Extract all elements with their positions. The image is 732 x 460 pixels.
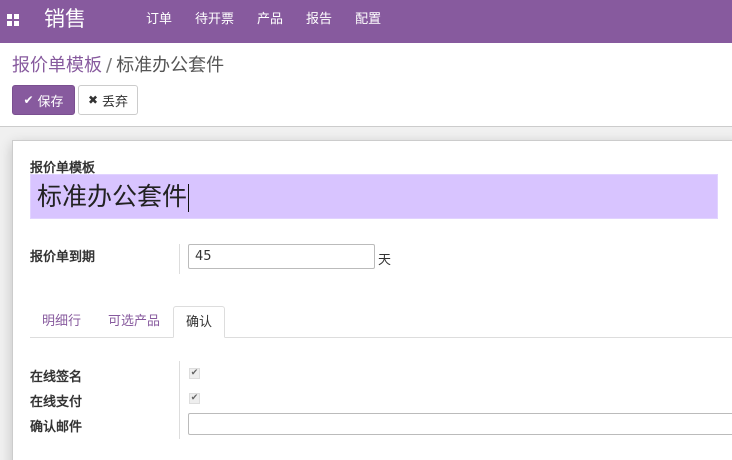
check-icon: ✔ [23,93,34,107]
control-panel: 报价单模板 / 标准办公套件 ✔ 保存 ✖ 丢弃 [0,43,732,127]
menu-item-to-invoice[interactable]: 待开票 [195,0,234,40]
menu-item-orders[interactable]: 订单 [146,0,172,40]
close-icon: ✖ [87,93,99,107]
validity-label: 报价单到期 [30,250,96,265]
online-signature-checkbox[interactable]: ✔ [189,368,200,379]
main-menu: 订单 待开票 产品 报告 配置 [146,0,404,40]
notebook-tabs: 明细行 可选产品 确认 [30,306,732,338]
checkmark-icon: ✔ [190,368,199,378]
breadcrumb: 报价单模板 / 标准办公套件 [12,54,224,78]
form-sheet: 报价单模板 标准办公套件 报价单到期 45 天 明细行 可选产品 确认 在线签名… [12,140,732,460]
menu-item-reporting[interactable]: 报告 [306,0,332,40]
breadcrumb-separator: / [106,55,113,76]
confirmation-mail-input[interactable] [188,413,732,435]
breadcrumb-current: 标准办公套件 [116,55,225,76]
tab-confirmation[interactable]: 确认 [173,306,226,338]
confirmation-mail-label: 确认邮件 [30,420,83,435]
breadcrumb-parent-link[interactable]: 报价单模板 [12,55,102,76]
validity-days-input[interactable]: 45 [188,244,375,269]
text-caret [188,184,190,212]
checkmark-icon: ✔ [190,393,199,403]
field-divider [179,361,180,439]
top-navbar: 销售 订单 待开票 产品 报告 配置 [0,0,732,43]
save-button-label: 保存 [37,94,64,110]
online-signature-label: 在线签名 [30,370,83,385]
online-payment-label: 在线支付 [30,395,83,410]
online-payment-checkbox[interactable]: ✔ [189,393,200,404]
menu-item-configuration[interactable]: 配置 [355,0,381,40]
menu-item-products[interactable]: 产品 [257,0,283,40]
field-divider [179,244,180,274]
template-name-value: 标准办公套件 [37,182,188,211]
tab-lines[interactable]: 明细行 [30,306,93,338]
apps-grid-icon[interactable] [7,14,19,26]
template-name-input[interactable]: 标准办公套件 [30,174,718,219]
discard-button-label: 丢弃 [102,94,129,110]
app-name[interactable]: 销售 [44,5,86,33]
validity-unit: 天 [378,253,392,268]
save-button[interactable]: ✔ 保存 [12,85,75,115]
discard-button[interactable]: ✖ 丢弃 [78,85,138,115]
tab-optional-products[interactable]: 可选产品 [96,306,172,338]
